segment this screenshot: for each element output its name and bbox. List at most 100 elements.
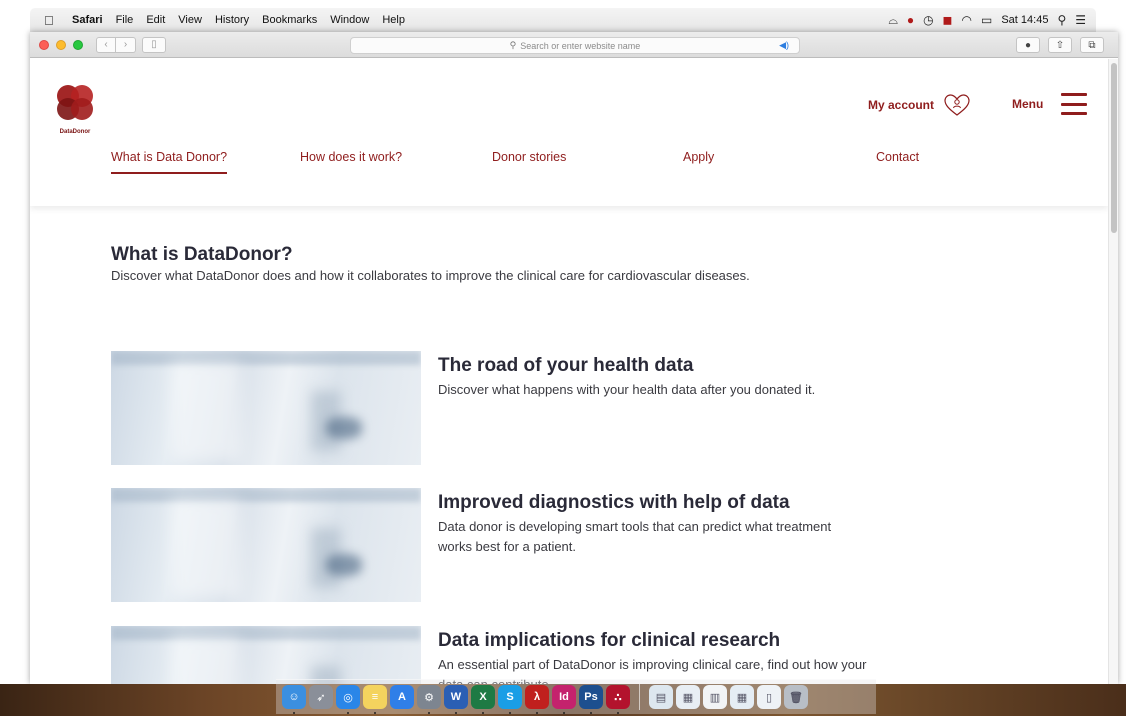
menubar-edit[interactable]: Edit <box>146 14 165 26</box>
menubar-clock[interactable]: Sat 14:45 <box>1001 14 1048 26</box>
datadonor-logo[interactable]: DataDonor <box>50 84 100 135</box>
menubar-bookmarks[interactable]: Bookmarks <box>262 14 317 26</box>
document-icon-glyph: ▯ <box>765 691 773 704</box>
menubar-view[interactable]: View <box>178 14 202 26</box>
chevron-right-icon: › <box>123 39 128 50</box>
article-title[interactable]: Data implications for clinical research <box>438 630 780 652</box>
back-button[interactable]: ‹ <box>96 36 116 53</box>
running-indicator <box>455 712 457 714</box>
notes-icon-glyph: ≡ <box>371 691 379 703</box>
excel-icon-glyph: X <box>479 691 487 703</box>
site-header: DataDonor My account Menu What is Data D… <box>30 59 1108 206</box>
mendeley-icon-glyph: ∴ <box>614 691 622 704</box>
system-preferences-icon[interactable]: ⚙ <box>417 685 441 714</box>
battery-icon[interactable]: ▭ <box>981 13 992 27</box>
my-account-label: My account <box>868 98 935 112</box>
wifi-icon[interactable]: ◠ <box>962 13 972 27</box>
main-navigation: What is Data Donor? How does it work? Do… <box>30 145 1108 177</box>
page-scrollbar[interactable] <box>1108 59 1118 684</box>
page-viewport: DataDonor My account Menu What is Data D… <box>30 59 1108 684</box>
article-thumbnail[interactable] <box>111 351 421 465</box>
share-icon: ⇧ <box>1055 39 1065 51</box>
heart-logo-icon <box>57 85 93 120</box>
zoom-window-button[interactable] <box>73 39 83 50</box>
forward-button[interactable]: › <box>116 36 136 53</box>
skype-icon[interactable]: S <box>498 685 522 714</box>
menubar-file[interactable]: File <box>116 14 134 26</box>
menu-toggle[interactable]: Menu <box>1012 93 1088 115</box>
apple-menu-icon[interactable]:  <box>44 13 58 28</box>
address-bar-placeholder: Search or enter website name <box>520 40 641 51</box>
nav-how-does-it-work[interactable]: How does it work? <box>300 150 402 164</box>
time-machine-icon[interactable]: ◷ <box>923 13 933 27</box>
scrollbar-thumb[interactable] <box>1111 63 1117 233</box>
launchpad-icon[interactable]: ➶ <box>309 685 333 709</box>
article-card[interactable]: Data implications for clinical research … <box>111 626 911 684</box>
menubar-app-name[interactable]: Safari <box>72 14 103 26</box>
minimize-window-button[interactable] <box>56 39 66 50</box>
sidebar-icon: ▯ <box>151 39 157 50</box>
word-icon[interactable]: W <box>444 685 468 714</box>
toolbar-right-buttons: ● ⇧ ⧉ <box>1016 37 1104 53</box>
article-card[interactable]: The road of your health data Discover wh… <box>111 351 911 467</box>
nav-contact[interactable]: Contact <box>876 150 919 164</box>
photoshop-icon-glyph: Ps <box>584 691 598 703</box>
chevron-left-icon: ‹ <box>104 39 108 50</box>
document-icon[interactable]: ▥ <box>703 685 727 709</box>
glasses-icon[interactable]: ⌓ <box>888 13 898 28</box>
notes-icon[interactable]: ≡ <box>363 685 387 714</box>
running-indicator <box>347 712 349 714</box>
article-thumbnail[interactable] <box>111 488 421 602</box>
preview-icon[interactable]: ▤ <box>649 685 673 709</box>
address-bar[interactable]: ⚲ Search or enter website name ◀) <box>350 37 800 54</box>
word-icon-glyph: W <box>450 691 462 703</box>
document-icon[interactable]: ▦ <box>676 685 700 709</box>
trash-icon[interactable]: 🗑 <box>784 685 808 709</box>
safari-window: ‹ › ▯ ⚲ Search or enter website name ◀) … <box>30 32 1118 684</box>
safari-icon-glyph: ◎ <box>343 691 353 704</box>
spotlight-search-icon[interactable]: ⚲ <box>1057 13 1066 27</box>
document-icon[interactable]: ▯ <box>757 685 781 709</box>
nav-what-is-data-donor[interactable]: What is Data Donor? <box>111 150 228 174</box>
system-preferences-icon-glyph: ⚙ <box>424 691 434 704</box>
article-title[interactable]: Improved diagnostics with help of data <box>438 492 790 514</box>
menubar-history[interactable]: History <box>215 14 249 26</box>
nav-apply[interactable]: Apply <box>683 150 714 164</box>
finder-icon[interactable]: ☺ <box>282 685 306 714</box>
menubar-window[interactable]: Window <box>330 14 369 26</box>
mendeley-icon[interactable]: ∴ <box>606 685 630 714</box>
menubar-help[interactable]: Help <box>382 14 405 26</box>
running-indicator <box>617 712 619 714</box>
safari-icon[interactable]: ◎ <box>336 685 360 714</box>
article-description: Data donor is developing smart tools tha… <box>438 519 832 554</box>
logo-wordmark: DataDonor <box>59 129 91 135</box>
tabs-icon: ⧉ <box>1088 39 1096 51</box>
photoshop-icon[interactable]: Ps <box>579 685 603 714</box>
close-window-button[interactable] <box>39 39 49 50</box>
trash-icon-glyph: 🗑 <box>789 691 803 704</box>
macos-dock: ☺ ➶ ◎ ≡ A ⚙ W X Sλ Id Ps ∴ ▤ ▦ ▥ ▦ ▯ 🗑 <box>276 679 876 714</box>
audio-playing-icon[interactable]: ◀) <box>779 40 789 51</box>
mcafee-icon[interactable]: ◼ <box>943 13 953 27</box>
dock-separator <box>639 684 640 710</box>
article-card[interactable]: Improved diagnostics with help of data D… <box>111 488 911 604</box>
indesign-icon[interactable]: Id <box>552 685 576 714</box>
sidebar-toggle-button[interactable]: ▯ <box>142 36 166 53</box>
excel-icon[interactable]: X <box>471 685 495 714</box>
acrobat-icon[interactable]: λ <box>525 685 549 714</box>
document-icon[interactable]: ▦ <box>730 685 754 709</box>
document-icon-glyph: ▦ <box>682 691 694 704</box>
article-description: Discover what happens with your health d… <box>438 382 816 397</box>
nav-donor-stories[interactable]: Donor stories <box>492 150 566 164</box>
app-store-icon[interactable]: A <box>390 685 414 709</box>
article-thumbnail[interactable] <box>111 626 421 684</box>
share-button[interactable]: ⇧ <box>1048 37 1072 53</box>
page-title: What is DataDonor? <box>111 244 293 265</box>
tabs-overview-button[interactable]: ⧉ <box>1080 37 1104 53</box>
running-indicator <box>293 712 295 714</box>
downloads-button[interactable]: ● <box>1016 37 1040 53</box>
article-title[interactable]: The road of your health data <box>438 355 693 377</box>
notification-center-icon[interactable]: ☰ <box>1075 13 1086 27</box>
creative-cloud-icon[interactable]: ● <box>907 13 914 27</box>
my-account-link[interactable]: My account <box>868 93 971 117</box>
